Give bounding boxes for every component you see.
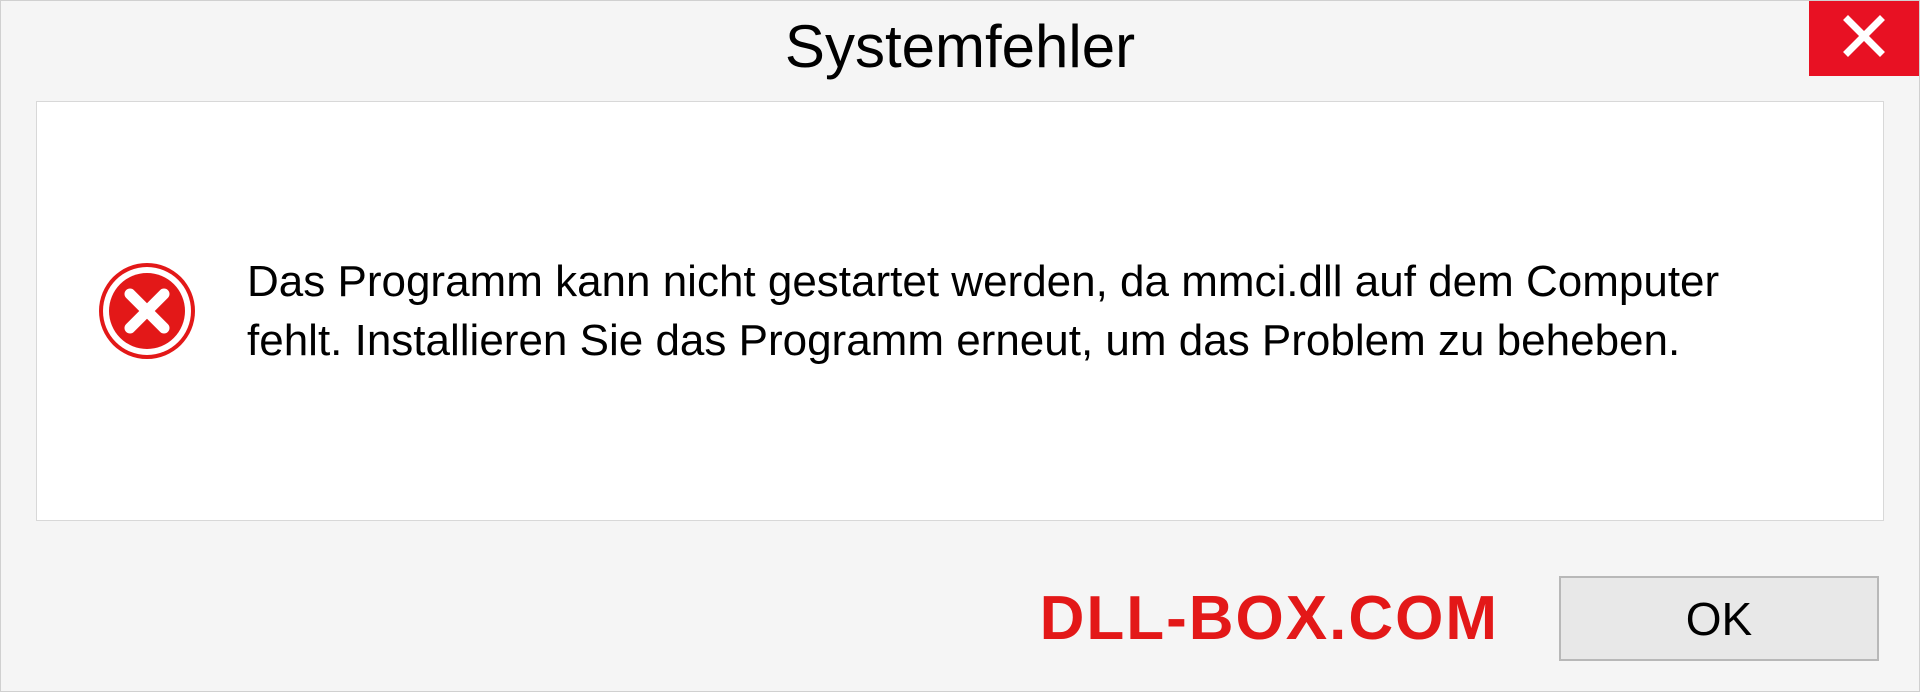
- titlebar: Systemfehler: [1, 1, 1919, 91]
- content-panel: Das Programm kann nicht gestartet werden…: [36, 101, 1884, 521]
- dialog-title: Systemfehler: [785, 12, 1135, 81]
- close-icon: [1840, 12, 1888, 65]
- watermark-text: DLL-BOX.COM: [1040, 583, 1499, 654]
- error-message: Das Programm kann nicht gestartet werden…: [247, 252, 1823, 371]
- ok-button[interactable]: OK: [1559, 576, 1879, 661]
- error-dialog: Systemfehler Das Programm kann nicht ges…: [0, 0, 1920, 692]
- error-icon: [97, 261, 197, 361]
- close-button[interactable]: [1809, 1, 1919, 76]
- dialog-footer: DLL-BOX.COM OK: [1, 576, 1919, 661]
